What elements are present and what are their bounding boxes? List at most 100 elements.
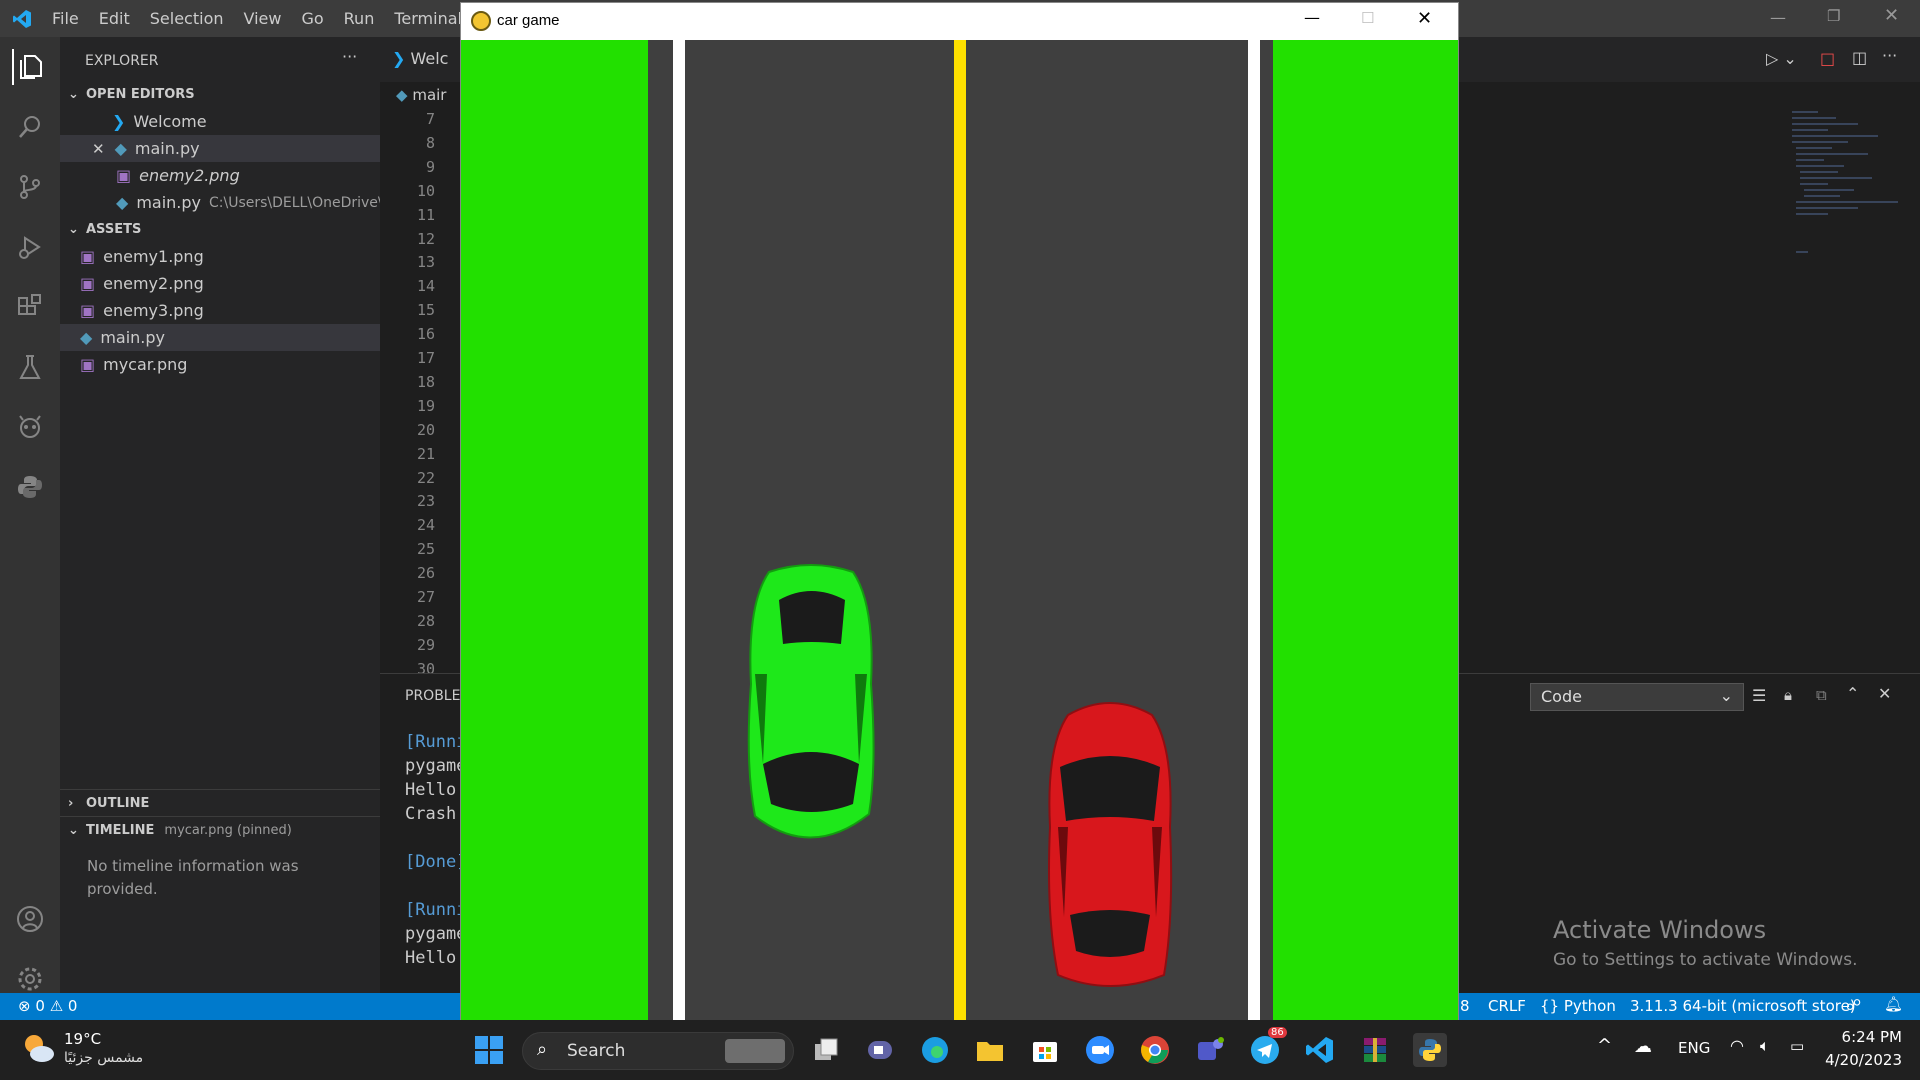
lock-scroll-icon[interactable]: 🔒︎ bbox=[1784, 686, 1792, 704]
warning-icon: ⚠ bbox=[49, 997, 64, 1015]
alien-extension-icon[interactable] bbox=[12, 409, 48, 445]
clock-time[interactable]: 6:24 PM bbox=[1832, 1028, 1902, 1046]
weather-cloud-sun-icon[interactable] bbox=[20, 1030, 56, 1066]
game-minimize-button[interactable]: — bbox=[1304, 8, 1320, 27]
file-main-py[interactable]: ◆ main.py bbox=[60, 324, 380, 351]
onedrive-cloud-icon[interactable]: ☁ bbox=[1634, 1036, 1652, 1057]
terminal-line: pygame bbox=[405, 756, 467, 776]
edge-browser-icon[interactable] bbox=[918, 1033, 952, 1067]
braces-icon: {} bbox=[1540, 997, 1560, 1015]
open-editor-enemy2[interactable]: ▣ enemy2.png bbox=[60, 162, 380, 189]
interpreter-status[interactable]: 3.11.3 64-bit (microsoft store) bbox=[1630, 997, 1856, 1015]
menu-go[interactable]: Go bbox=[301, 9, 323, 28]
menu-edit[interactable]: Edit bbox=[99, 9, 130, 28]
more-actions-icon[interactable]: ··· bbox=[1882, 46, 1897, 65]
menu-terminal[interactable]: Terminal bbox=[394, 9, 462, 28]
window-close-button[interactable]: ✕ bbox=[1884, 5, 1899, 26]
stop-button[interactable]: □ bbox=[1820, 49, 1835, 68]
clock-date[interactable]: 4/20/2023 bbox=[1812, 1051, 1902, 1069]
menu-run[interactable]: Run bbox=[344, 9, 375, 28]
python-taskbar-icon[interactable] bbox=[1413, 1033, 1447, 1067]
microsoft-store-icon[interactable] bbox=[1028, 1033, 1062, 1067]
line-number: 7 bbox=[425, 110, 435, 128]
output-channel-select[interactable]: Code ⌄ bbox=[1530, 683, 1744, 711]
menu-selection[interactable]: Selection bbox=[150, 9, 224, 28]
battery-icon[interactable]: ▭ bbox=[1790, 1037, 1804, 1055]
maximize-panel-icon[interactable]: ⌃ bbox=[1846, 684, 1859, 703]
eol-status[interactable]: CRLF bbox=[1488, 997, 1526, 1015]
open-editors-section[interactable]: ⌄ OPEN EDITORS bbox=[60, 81, 380, 108]
file-enemy3[interactable]: ▣ enemy3.png bbox=[60, 297, 380, 324]
tray-chevron-up-icon[interactable]: ^ bbox=[1597, 1035, 1612, 1056]
explorer-icon[interactable] bbox=[12, 49, 48, 85]
image-file-icon: ▣ bbox=[80, 355, 96, 374]
vscode-taskbar-icon[interactable] bbox=[1303, 1033, 1337, 1067]
language-indicator[interactable]: ENG bbox=[1678, 1039, 1710, 1057]
minimap[interactable] bbox=[1788, 108, 1902, 258]
run-debug-icon[interactable] bbox=[12, 229, 48, 265]
clear-output-icon[interactable]: ☰ bbox=[1752, 686, 1766, 705]
notifications-bell-icon[interactable]: 🔔︎ bbox=[1884, 995, 1903, 1013]
outline-section[interactable]: › OUTLINE bbox=[60, 789, 380, 816]
file-label: enemy1.png bbox=[103, 247, 204, 266]
game-close-button[interactable]: ✕ bbox=[1417, 8, 1432, 29]
weather-temp[interactable]: 19°C bbox=[64, 1030, 101, 1048]
game-canvas[interactable] bbox=[461, 40, 1458, 1020]
volume-icon[interactable]: 🔈︎ bbox=[1760, 1036, 1770, 1056]
python-icon[interactable] bbox=[12, 469, 48, 505]
close-icon[interactable]: ✕ bbox=[92, 140, 105, 158]
open-output-editor-icon[interactable]: ⧉ bbox=[1816, 686, 1827, 704]
file-enemy2[interactable]: ▣ enemy2.png bbox=[60, 270, 380, 297]
chrome-browser-icon[interactable] bbox=[1138, 1033, 1172, 1067]
open-editor-main-py[interactable]: ✕ ◆ main.py bbox=[60, 135, 380, 162]
problems-status[interactable]: ⊗ 0 ⚠ 0 bbox=[18, 997, 77, 1015]
split-editor-icon[interactable]: ◫ bbox=[1852, 48, 1867, 67]
file-mycar[interactable]: ▣ mycar.png bbox=[60, 351, 380, 378]
timeline-label: TIMELINE bbox=[86, 822, 155, 838]
extensions-icon[interactable] bbox=[12, 289, 48, 325]
open-editor-welcome[interactable]: ❯ Welcome bbox=[60, 108, 380, 135]
more-actions-icon[interactable]: ··· bbox=[342, 47, 357, 66]
line-number: 10 bbox=[416, 181, 435, 200]
testing-flask-icon[interactable] bbox=[12, 349, 48, 385]
activate-windows-title: Activate Windows bbox=[1553, 916, 1767, 944]
telegram-icon[interactable]: 86 bbox=[1248, 1027, 1287, 1067]
accounts-icon[interactable] bbox=[12, 901, 48, 937]
run-python-button[interactable]: ▷ ⌄ bbox=[1766, 49, 1797, 68]
winrar-icon[interactable] bbox=[1358, 1033, 1392, 1067]
line-number: 19 bbox=[416, 396, 435, 415]
menu-file[interactable]: File bbox=[52, 9, 79, 28]
feedback-icon[interactable]: ☍ bbox=[1846, 996, 1861, 1014]
file-enemy1[interactable]: ▣ enemy1.png bbox=[60, 243, 380, 270]
start-windows-icon[interactable] bbox=[472, 1033, 506, 1067]
breadcrumb-file[interactable]: ◆ mair bbox=[396, 86, 446, 104]
source-control-icon[interactable] bbox=[12, 169, 48, 205]
menu-view[interactable]: View bbox=[244, 9, 282, 28]
terminal-line: [Runni bbox=[405, 900, 467, 920]
chevron-down-icon: ⌄ bbox=[1719, 686, 1733, 705]
language-status[interactable]: {} Python bbox=[1540, 997, 1616, 1015]
open-editor-label: Welcome bbox=[133, 112, 207, 131]
file-explorer-icon[interactable] bbox=[973, 1033, 1007, 1067]
taskbar-search-box[interactable]: ⌕ Search bbox=[522, 1032, 794, 1070]
teams-chat-icon[interactable] bbox=[863, 1033, 897, 1067]
teams-icon[interactable] bbox=[1193, 1033, 1227, 1067]
tab-welcome[interactable]: ❯ Welc bbox=[392, 49, 448, 68]
python-file-icon: ◆ bbox=[114, 139, 127, 158]
wifi-icon[interactable]: ◠ bbox=[1730, 1036, 1744, 1055]
window-minimize-button[interactable]: — bbox=[1770, 8, 1786, 27]
open-editor-main-py-2[interactable]: ◆ main.py C:\Users\DELL\OneDrive\... bbox=[60, 189, 380, 216]
zoom-app-icon[interactable] bbox=[1083, 1033, 1117, 1067]
line-number: 17 bbox=[416, 349, 435, 367]
window-restore-button[interactable]: ❐ bbox=[1827, 7, 1840, 25]
assets-section[interactable]: ⌄ ASSETS bbox=[60, 216, 380, 243]
close-panel-icon[interactable]: ✕ bbox=[1878, 684, 1891, 703]
file-label: enemy2.png bbox=[103, 274, 204, 293]
search-icon[interactable] bbox=[12, 109, 48, 145]
timeline-section[interactable]: ⌄ TIMELINE mycar.png (pinned) bbox=[60, 816, 380, 843]
game-titlebar: car game — ☐ ✕ bbox=[461, 3, 1458, 40]
task-view-icon[interactable] bbox=[809, 1033, 843, 1067]
game-maximize-button[interactable]: ☐ bbox=[1361, 9, 1374, 27]
manage-gear-icon[interactable] bbox=[12, 961, 48, 997]
status-partial[interactable]: 8 bbox=[1460, 997, 1470, 1015]
